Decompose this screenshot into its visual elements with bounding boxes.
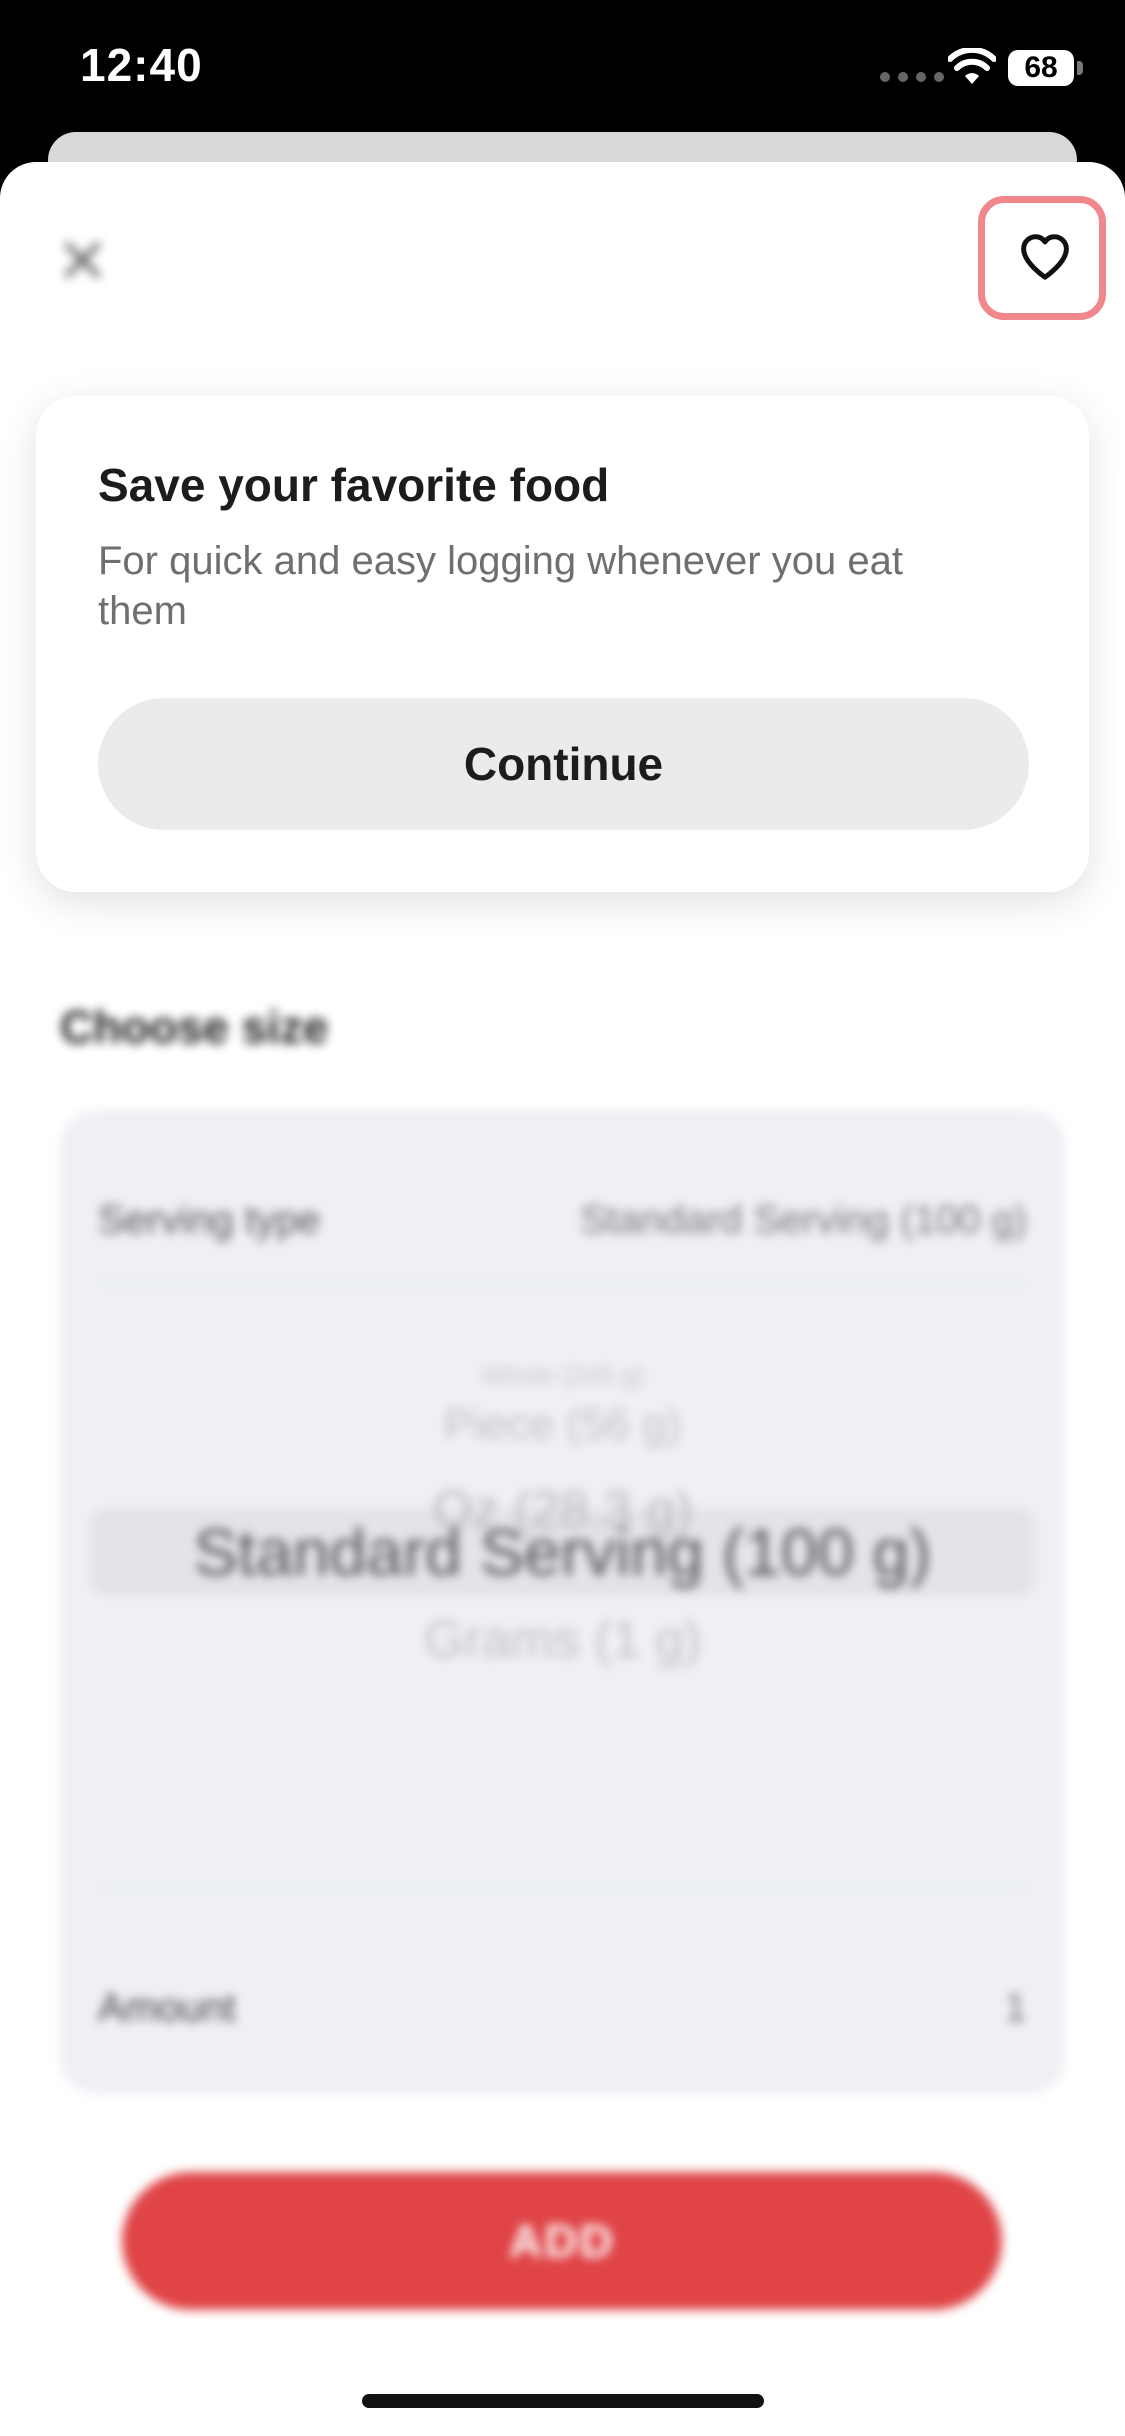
tooltip-title: Save your favorite food [98, 459, 610, 511]
home-indicator[interactable] [362, 2394, 764, 2408]
continue-button[interactable]: Continue [98, 698, 1029, 830]
tooltip-body: For quick and easy logging whenever you … [98, 539, 903, 633]
add-button[interactable]: ADD [122, 2172, 1002, 2310]
battery-tip [1077, 61, 1083, 75]
wifi-icon [948, 48, 996, 84]
serving-type-label: Serving type [98, 1198, 321, 1242]
picker-option[interactable]: Grams (1 g) [60, 1610, 1065, 1670]
screen: 12:40 68 Choose size Serving type Standa… [0, 0, 1125, 2436]
amount-label: Amount [98, 1986, 236, 2030]
picker-option-selected[interactable]: Standard Serving (100 g) [60, 1514, 1065, 1590]
divider [98, 1886, 1026, 1888]
status-bar: 12:40 68 [0, 0, 1125, 140]
battery-icon: 68 [1008, 50, 1074, 86]
heart-icon [1021, 234, 1069, 280]
close-icon[interactable] [58, 236, 106, 284]
amount-value[interactable]: 1 [1005, 1986, 1027, 2031]
serving-type-value[interactable]: Standard Serving (100 g) [580, 1198, 1027, 1243]
cellular-signal-icon [880, 72, 944, 82]
picker-option[interactable]: Whole (245 g) [60, 1360, 1065, 1391]
size-card: Serving type Standard Serving (100 g) Wh… [60, 1110, 1065, 2094]
status-time: 12:40 [80, 39, 203, 91]
favorite-tooltip: Save your favorite food For quick and ea… [36, 396, 1089, 892]
picker-option[interactable]: Piece (56 g) [60, 1400, 1065, 1450]
divider [98, 1282, 1026, 1284]
choose-size-title: Choose size [60, 1001, 329, 1053]
